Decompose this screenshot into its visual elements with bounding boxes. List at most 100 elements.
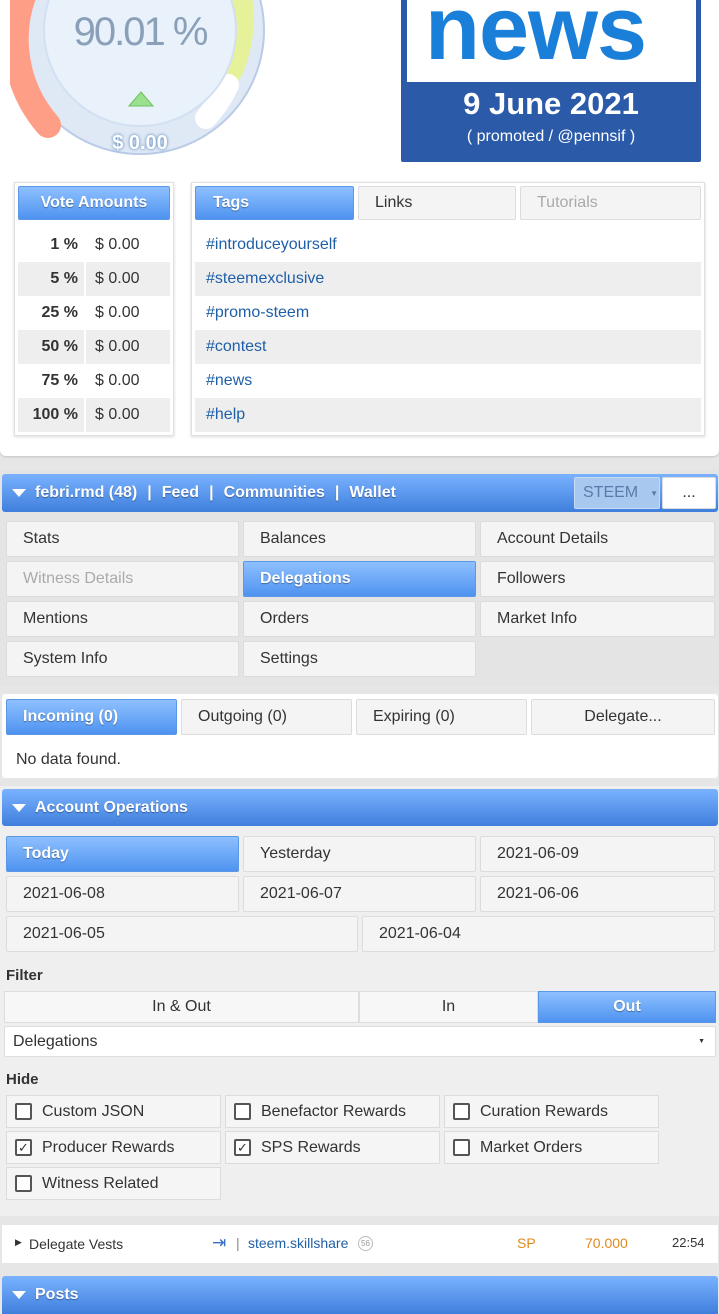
filter-label: Filter xyxy=(6,967,43,984)
checkbox-icon[interactable] xyxy=(234,1103,251,1120)
tags-list: #introduceyourself #steemexclusive #promo-… xyxy=(195,228,701,432)
vote-amount-row: 75 % $ 0.00 xyxy=(18,364,170,398)
banner-white-area: news xyxy=(407,0,696,82)
currency-select[interactable]: STEEM ▼ xyxy=(574,477,660,509)
amount-value: 70.000 xyxy=(585,1235,628,1251)
vote-percent: 5 % xyxy=(18,262,86,296)
vote-percent: 50 % xyxy=(18,330,86,364)
vote-amount-row: 1 % $ 0.00 xyxy=(18,228,170,262)
collapse-triangle-icon xyxy=(12,803,26,812)
banner-date: 9 June 2021 xyxy=(463,86,639,121)
tag-link[interactable]: #steemexclusive xyxy=(195,262,701,296)
filter-out[interactable]: Out xyxy=(538,991,716,1023)
dropdown-arrow-icon: ▼ xyxy=(698,1038,705,1045)
vote-percent: 100 % xyxy=(18,398,86,432)
hide-sps-rewards[interactable]: ✓ SPS Rewards xyxy=(225,1131,440,1164)
collapse-triangle-icon xyxy=(12,1291,26,1299)
hide-market-orders[interactable]: Market Orders xyxy=(444,1131,659,1164)
posts-title: Posts xyxy=(35,1286,79,1303)
tag-link[interactable]: #help xyxy=(195,398,701,432)
hide-producer-rewards[interactable]: ✓ Producer Rewards xyxy=(6,1131,221,1164)
checkbox-icon[interactable] xyxy=(15,1103,32,1120)
voting-power-gauge: 90.01 % $ 0.00 xyxy=(2,0,270,166)
hide-curation-rewards[interactable]: Curation Rewards xyxy=(444,1095,659,1128)
account-operations-title: Account Operations xyxy=(35,798,188,816)
vote-amount-row: 25 % $ 0.00 xyxy=(18,296,170,330)
vote-value: $ 0.00 xyxy=(95,338,140,355)
filter-in[interactable]: In xyxy=(359,991,538,1023)
tag-link[interactable]: #introduceyourself xyxy=(195,228,701,262)
operation-row[interactable]: ▶ Delegate Vests ⇥ | steem.skillshare 56… xyxy=(2,1225,718,1263)
currency-value: STEEM xyxy=(583,484,639,501)
account-link[interactable]: steem.skillshare xyxy=(248,1235,348,1251)
menu-orders[interactable]: Orders xyxy=(243,601,476,637)
menu-delegations[interactable]: Delegations xyxy=(243,561,476,597)
dropdown-arrow-icon: ▼ xyxy=(650,488,659,498)
operation-type: Delegate Vests xyxy=(29,1236,124,1252)
hide-label-text: Curation Rewards xyxy=(480,1102,609,1120)
checkbox-checked-icon[interactable]: ✓ xyxy=(15,1139,32,1156)
hide-label-text: Producer Rewards xyxy=(42,1138,175,1156)
nav-wallet[interactable]: Wallet xyxy=(349,484,396,502)
nav-separator: | xyxy=(334,484,340,501)
more-button[interactable]: ... xyxy=(662,477,716,509)
menu-system-info[interactable]: System Info xyxy=(6,641,239,677)
tab-tags[interactable]: Tags xyxy=(195,186,354,220)
banner-word: news xyxy=(425,0,647,79)
promo-banner[interactable]: news 9 June 2021 ( promoted / @pennsif ) xyxy=(401,0,701,162)
vote-amounts-header[interactable]: Vote Amounts xyxy=(18,186,170,220)
vote-amount-row: 100 % $ 0.00 xyxy=(18,398,170,432)
nav-communities[interactable]: Communities xyxy=(224,484,325,502)
hide-benefactor-rewards[interactable]: Benefactor Rewards xyxy=(225,1095,440,1128)
op-separator: | xyxy=(236,1235,240,1251)
date-2021-06-05[interactable]: 2021-06-05 xyxy=(6,916,358,952)
date-2021-06-04[interactable]: 2021-06-04 xyxy=(362,916,715,952)
menu-mentions[interactable]: Mentions xyxy=(6,601,239,637)
vote-value: $ 0.00 xyxy=(95,236,140,253)
operation-type-select[interactable]: Delegations ▼ xyxy=(4,1026,716,1057)
reputation-badge: 56 xyxy=(358,1236,373,1251)
date-2021-06-08[interactable]: 2021-06-08 xyxy=(6,876,239,912)
menu-settings[interactable]: Settings xyxy=(243,641,476,677)
nav-feed[interactable]: Feed xyxy=(162,484,199,502)
menu-witness-details[interactable]: Witness Details xyxy=(6,561,239,597)
checkbox-checked-icon[interactable]: ✓ xyxy=(234,1139,251,1156)
hide-witness-related[interactable]: Witness Related xyxy=(6,1167,221,1200)
incoming-arrow-icon: ⇥ xyxy=(212,1233,227,1252)
menu-account-details[interactable]: Account Details xyxy=(480,521,715,557)
tab-incoming[interactable]: Incoming (0) xyxy=(6,699,177,735)
menu-followers[interactable]: Followers xyxy=(480,561,715,597)
checkbox-icon[interactable] xyxy=(453,1103,470,1120)
delegate-button[interactable]: Delegate... xyxy=(531,699,715,735)
checkbox-icon[interactable] xyxy=(15,1175,32,1192)
vote-amounts-table: 1 % $ 0.00 5 % $ 0.00 25 % $ 0.00 50 % $ 0.00 75… xyxy=(18,228,170,432)
date-2021-06-06[interactable]: 2021-06-06 xyxy=(480,876,715,912)
nav-user[interactable]: febri.rmd (48) xyxy=(35,484,137,502)
expand-arrow-icon[interactable]: ▶ xyxy=(15,1237,22,1248)
account-operations-bar[interactable]: Account Operations xyxy=(2,789,718,826)
menu-stats[interactable]: Stats xyxy=(6,521,239,557)
banner-sub: ( promoted / @pennsif ) xyxy=(466,128,636,145)
operation-type-value: Delegations xyxy=(13,1032,98,1050)
tab-links[interactable]: Links xyxy=(358,186,516,220)
tab-tutorials[interactable]: Tutorials xyxy=(520,186,701,220)
hide-label-text: Benefactor Rewards xyxy=(261,1102,406,1120)
checkbox-icon[interactable] xyxy=(453,1139,470,1156)
date-2021-06-09[interactable]: 2021-06-09 xyxy=(480,836,715,872)
tag-link[interactable]: #promo-steem xyxy=(195,296,701,330)
tab-outgoing[interactable]: Outgoing (0) xyxy=(181,699,352,735)
date-today[interactable]: Today xyxy=(6,836,239,872)
menu-market-info[interactable]: Market Info xyxy=(480,601,715,637)
posts-bar[interactable]: Posts xyxy=(2,1276,718,1314)
filter-inout[interactable]: In & Out xyxy=(4,991,359,1023)
hide-custom-json[interactable]: Custom JSON xyxy=(6,1095,221,1128)
tab-expiring[interactable]: Expiring (0) xyxy=(356,699,527,735)
vote-value: $ 0.00 xyxy=(95,406,140,423)
vote-amount-row: 5 % $ 0.00 xyxy=(18,262,170,296)
collapse-triangle-icon[interactable] xyxy=(12,489,26,497)
tag-link[interactable]: #contest xyxy=(195,330,701,364)
menu-balances[interactable]: Balances xyxy=(243,521,476,557)
tag-link[interactable]: #news xyxy=(195,364,701,398)
date-yesterday[interactable]: Yesterday xyxy=(243,836,476,872)
date-2021-06-07[interactable]: 2021-06-07 xyxy=(243,876,476,912)
